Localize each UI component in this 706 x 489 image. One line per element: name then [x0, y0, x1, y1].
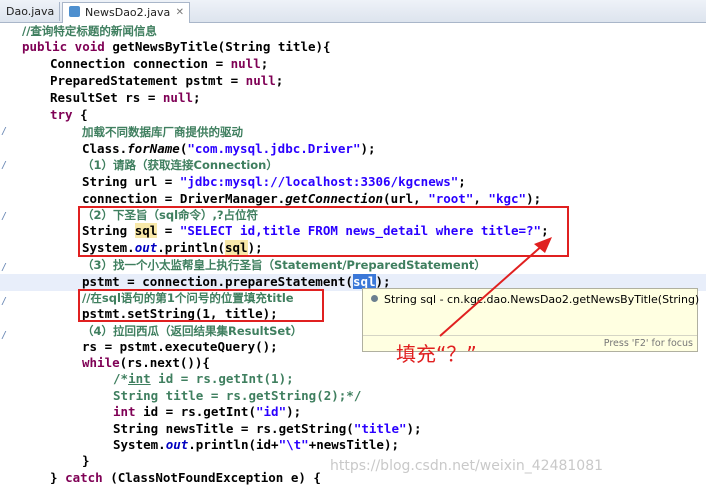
watermark: https://blog.csdn.net/weixin_42481081 [330, 458, 604, 474]
annotation-text: 填充“？” [396, 342, 477, 366]
annotation-arrow [439, 237, 552, 337]
